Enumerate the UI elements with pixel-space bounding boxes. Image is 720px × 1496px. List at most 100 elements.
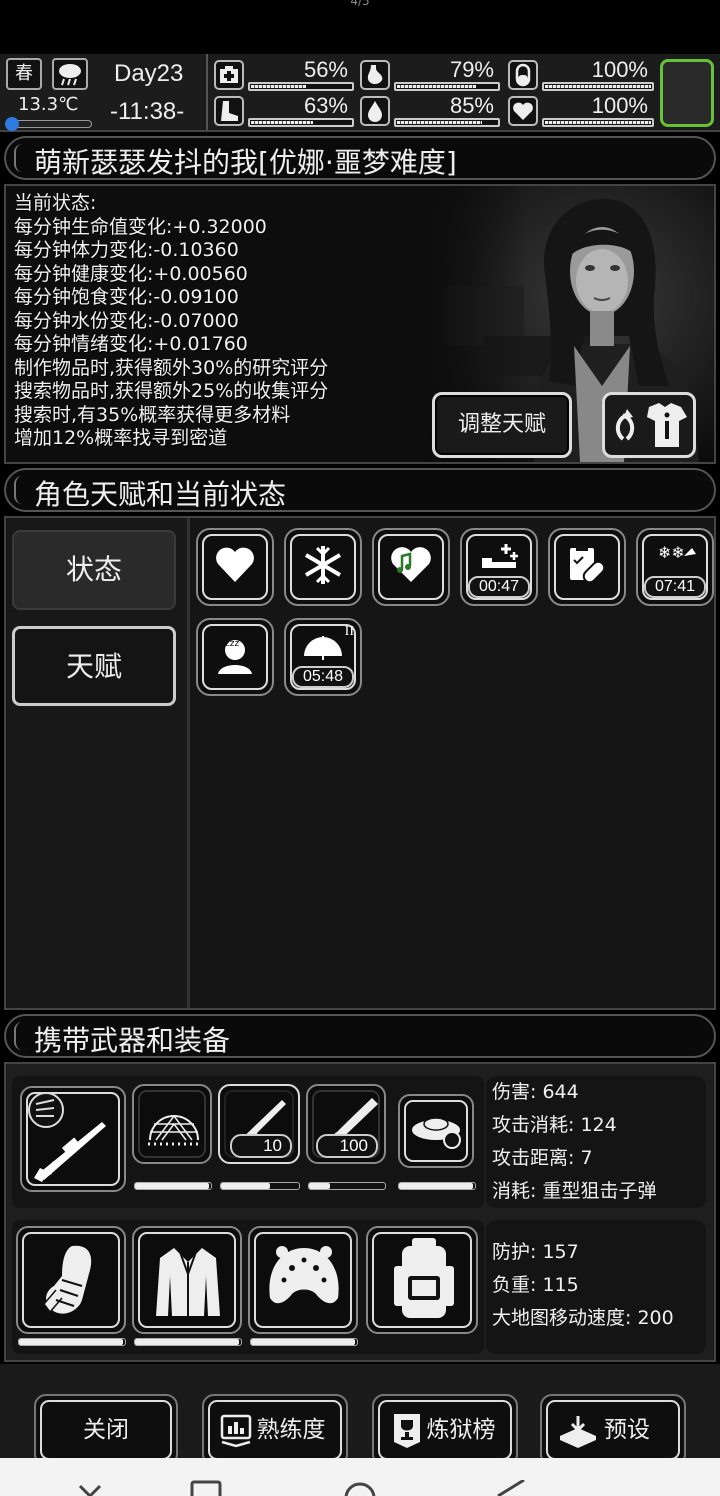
status-line: 每分钟体力变化:-0.10360 — [14, 239, 239, 261]
close-button[interactable]: 关闭 — [34, 1394, 178, 1466]
water-drop-icon — [360, 96, 390, 126]
weapon-slot[interactable]: 10 — [218, 1084, 300, 1164]
outfit-swap-icon — [615, 403, 687, 447]
status-line: 每分钟水份变化:-0.07000 — [14, 309, 239, 332]
armor-slot-gloves[interactable] — [16, 1226, 126, 1334]
status-line: 每分钟情绪变化:+0.01760 — [14, 333, 248, 355]
weapon-ammo: 消耗: 重型狙击子弹 — [492, 1180, 657, 1202]
effect-slot[interactable] — [196, 528, 274, 606]
effect-slot[interactable]: II 05:48 — [284, 618, 362, 696]
durability-bar — [134, 1338, 242, 1346]
menu-button[interactable] — [660, 59, 714, 127]
svg-text:❄❄: ❄❄ — [658, 543, 685, 562]
adjust-talent-button[interactable]: 调整天赋 — [432, 392, 572, 458]
clipboard-pill-icon — [570, 545, 606, 584]
weapon-slot[interactable]: 100 — [306, 1084, 386, 1164]
preset-button[interactable]: 预设 — [540, 1394, 686, 1466]
durability-bar — [18, 1338, 126, 1346]
music-heart-icon — [391, 547, 431, 582]
back-icon[interactable] — [494, 1480, 528, 1496]
status-line: 搜索时,有35%概率获得更多材料 — [14, 403, 291, 426]
effect-slot[interactable]: 00:47 — [460, 528, 538, 606]
status-line: 每分钟饱食变化:-0.09100 — [14, 286, 239, 308]
sanity-fill — [545, 85, 651, 88]
collapse-icon[interactable] — [76, 1482, 104, 1496]
home-icon[interactable] — [342, 1480, 378, 1496]
effect-timer: 00:47 — [468, 576, 530, 598]
backpack-icon — [394, 1238, 454, 1318]
stomach-icon — [360, 60, 390, 90]
gloves-icon — [43, 1245, 92, 1314]
health-fill — [251, 85, 307, 88]
durability-bar — [398, 1182, 476, 1190]
mood-percent: 100% — [591, 93, 648, 118]
water-bar — [394, 118, 500, 127]
status-line: 每分钟健康变化:+0.00560 — [14, 262, 248, 285]
proficiency-label: 熟练度 — [256, 1417, 326, 1443]
health-bar — [248, 82, 354, 91]
weapon-slot-main[interactable] — [20, 1086, 126, 1192]
durability-bar — [308, 1182, 386, 1190]
durability-bar — [134, 1182, 212, 1190]
ammo-count: 100 — [316, 1134, 378, 1158]
season-label: 春 — [15, 63, 33, 84]
day-counter: Day23 — [114, 60, 184, 87]
weather-icon — [52, 58, 88, 90]
mood-fill — [545, 121, 651, 124]
effect-slot[interactable] — [284, 528, 362, 606]
status-line: 增加12%概率找寻到密道 — [14, 427, 228, 449]
proficiency-button[interactable]: 熟练度 — [202, 1394, 348, 1466]
armor-row — [12, 1220, 484, 1354]
weapon-row: 10 100 — [12, 1076, 484, 1208]
ranking-button[interactable]: 炼狱榜 — [372, 1394, 518, 1466]
system-navigation-bar — [0, 1458, 720, 1496]
effect-slot[interactable] — [372, 528, 450, 606]
bottom-action-bar: 关闭 熟练度 炼狱榜 预设 — [0, 1364, 720, 1466]
tab-talent[interactable]: 天赋 — [12, 626, 176, 706]
boot-icon — [214, 96, 244, 126]
effect-slot[interactable] — [548, 528, 626, 606]
sanity-bar — [542, 82, 654, 91]
hunger-fill — [397, 85, 476, 88]
temperature-marker — [5, 117, 19, 131]
character-stats-list: 当前状态: 每分钟生命值变化:+0.32000 每分钟体力变化:-0.10360… — [14, 192, 328, 451]
tab-state[interactable]: 状态 — [12, 530, 176, 610]
status-line: 搜索物品时,获得额外25%的收集评分 — [14, 380, 329, 402]
ammo-count: 10 — [230, 1134, 292, 1158]
mine-icon — [412, 1117, 461, 1149]
effect-slot[interactable]: zzz — [196, 618, 274, 696]
effect-slot[interactable]: ❄❄ 07:41 — [636, 528, 714, 606]
snowflake-icon — [304, 546, 342, 584]
capsule-icon — [508, 60, 538, 90]
status-header: 角色天赋和当前状态 — [4, 468, 716, 512]
status-panel: 状态 天赋 00:47 ❄❄ 07:41 zzz II 05:48 — [4, 516, 716, 1010]
svg-text:zzz: zzz — [225, 639, 239, 649]
armor-protection: 防护: 157 — [492, 1241, 579, 1263]
change-outfit-button[interactable] — [602, 392, 696, 458]
weapon-slot[interactable] — [132, 1084, 212, 1164]
water-percent: 85% — [449, 93, 494, 118]
water-fill — [397, 121, 482, 124]
status-bar-text: 4/5 — [350, 0, 370, 8]
effect-timer: 05:48 — [292, 666, 354, 688]
cold-weather-icon: ❄❄ — [658, 543, 696, 562]
leopard-hat-icon — [269, 1246, 339, 1304]
game-clock: -11:38- — [110, 98, 185, 125]
equipment-title: 携带武器和装备 — [34, 1024, 231, 1057]
trophy-banner-icon — [394, 1414, 420, 1448]
hunger-bar — [394, 82, 500, 91]
stat-hunger: 79% — [360, 57, 500, 94]
sleeping-person-icon: zzz — [218, 639, 252, 674]
effect-timer: 07:41 — [644, 576, 706, 598]
armor-slot-backpack[interactable] — [366, 1226, 478, 1334]
season-indicator: 春 — [6, 58, 42, 90]
stat-health: 56% — [214, 57, 354, 94]
armor-slot-jacket[interactable] — [132, 1226, 242, 1334]
recent-apps-icon[interactable] — [190, 1480, 222, 1496]
character-title: 萌新瑟瑟发抖的我[优娜·噩梦难度] — [34, 146, 457, 179]
ranking-label: 炼狱榜 — [426, 1417, 496, 1443]
close-label: 关闭 — [83, 1417, 129, 1443]
weapon-slot[interactable] — [398, 1094, 474, 1168]
weapon-damage: 伤害: 644 — [492, 1081, 579, 1103]
armor-slot-hat[interactable] — [248, 1226, 358, 1334]
